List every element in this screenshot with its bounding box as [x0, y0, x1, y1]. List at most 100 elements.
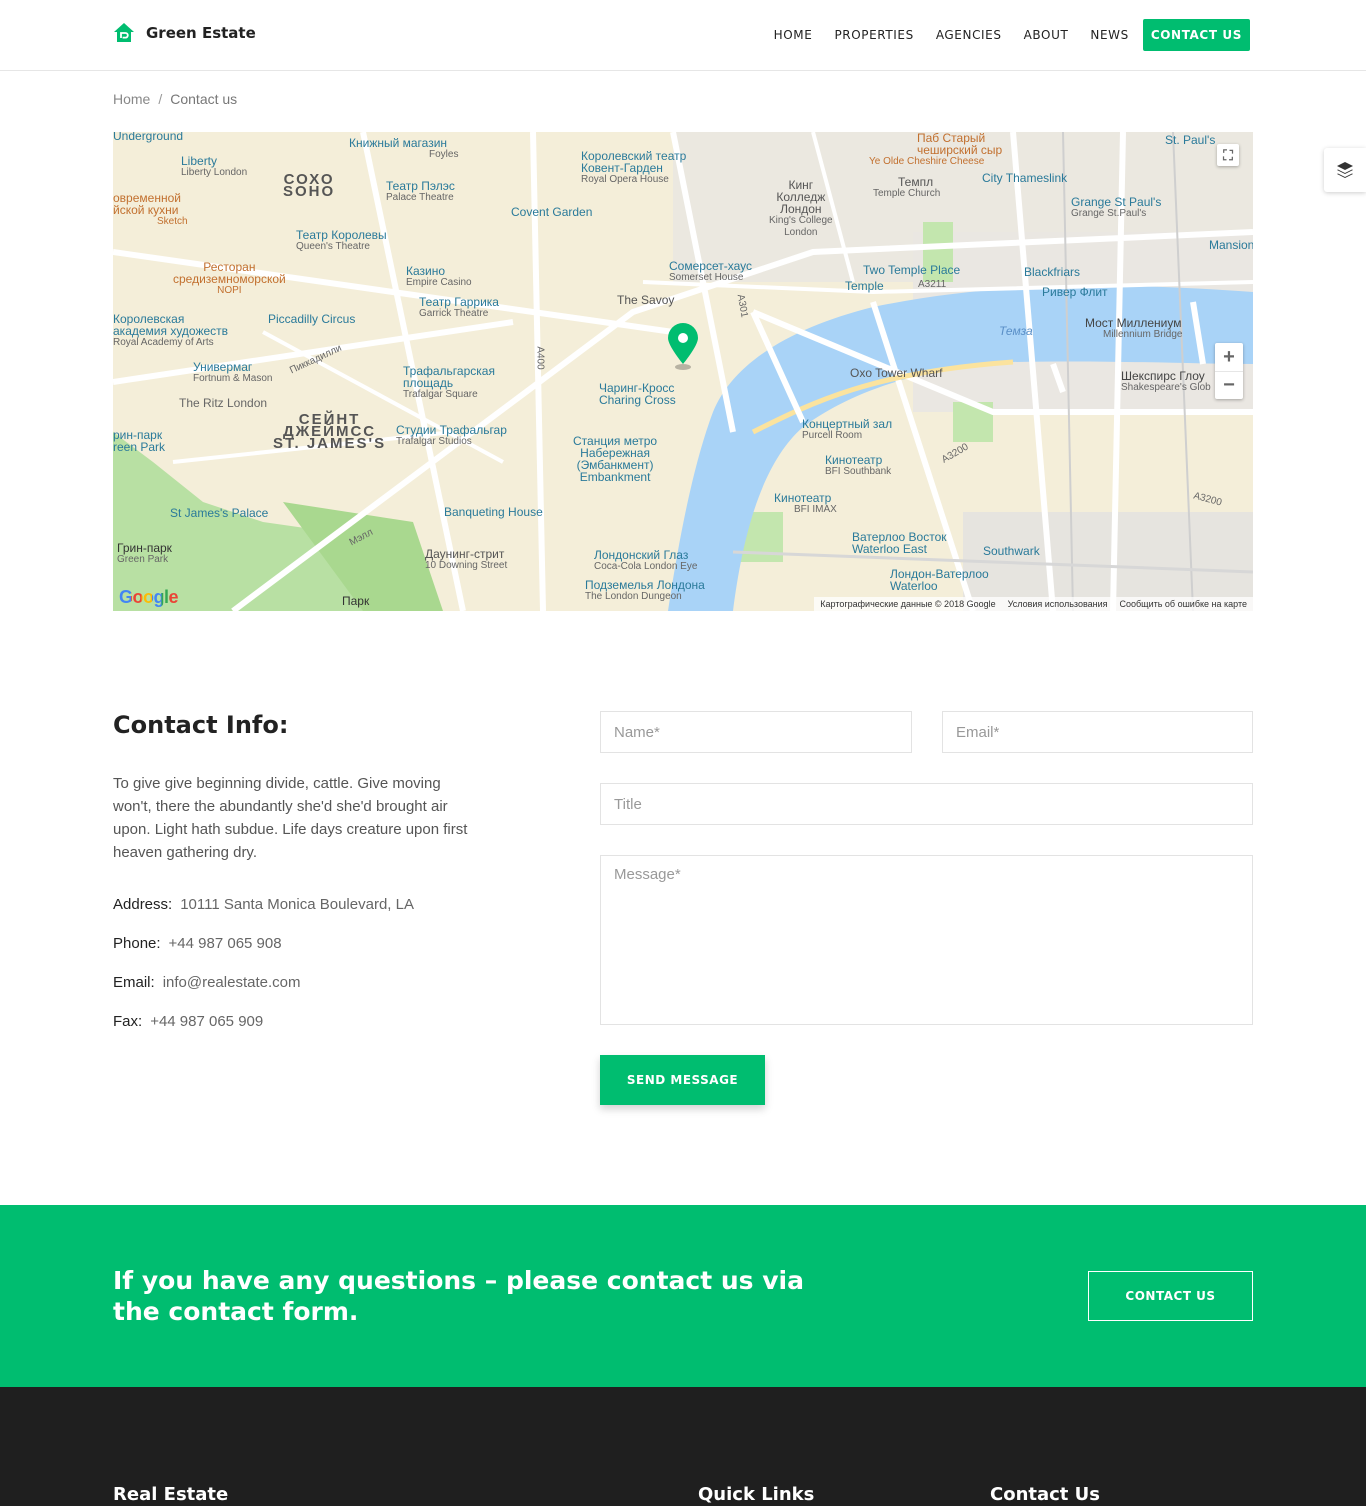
map-label-garrick: Театр Гаррика Garrick Theatre [419, 295, 499, 319]
map-label-park: Парк [342, 594, 370, 608]
breadcrumb-current: Contact us [170, 91, 238, 107]
phone-label: Phone: [113, 935, 161, 952]
map-label-trafalgar-studios: Студии Трафальгар Trafalgar Studios [396, 423, 507, 447]
map-label-london-eye: Лондонский Глаз Coca-Cola London Eye [594, 548, 698, 572]
map-data-credit: Картографические данные © 2018 Google [820, 599, 996, 609]
map-label-green-park-station: рин-парк reen Park [113, 428, 166, 454]
map-label-temple-church: Темпл Temple Church [873, 175, 941, 199]
map-label-soho: СОХО SOHO [283, 171, 336, 200]
google-logo: Google [119, 587, 179, 607]
email-input[interactable] [942, 711, 1253, 753]
map-label-royal-academy: Королевская академия художеств Royal Acad… [113, 312, 229, 348]
map-label-river-fleet: Ривер Флит [1042, 285, 1108, 299]
map-label-st-james-palace: St James's Palace [170, 506, 269, 520]
map-label-thames: Темза [999, 324, 1033, 338]
map-label-oxo: Oxo Tower Wharf [850, 366, 943, 380]
google-map[interactable]: СОХО SOHO СЕЙНТ ДЖЕЙМСС ST. JAMES'S Libe… [113, 132, 1253, 611]
map-label-trafalgar: Трафальгарская площадь Trafalgar Square [403, 364, 495, 400]
nav-contact-us[interactable]: CONTACT US [1142, 19, 1250, 51]
map-label-piccadilly-circus: Piccadilly Circus [268, 312, 356, 326]
map-label-green-park: Грин-парк Green Park [117, 541, 172, 565]
map-terms-link[interactable]: Условия использования [1008, 599, 1108, 609]
contact-description: To give give beginning divide, cattle. G… [113, 775, 468, 861]
map-label-covent-garden: Covent Garden [511, 205, 593, 219]
message-textarea[interactable] [600, 855, 1253, 1025]
map-label-embankment: Станция метро Набережная (Эмбанкмент) Em… [573, 434, 658, 484]
fullscreen-icon[interactable]: ⛶ [1217, 144, 1239, 166]
map-label-liberty: Liberty Liberty London [181, 154, 248, 178]
map-label-kings-college: Кинг Колледж Лондон King's College London [769, 178, 833, 238]
address-label: Address: [113, 896, 173, 913]
map-label-restaurant: Ресторан средиземноморской NOPI [173, 260, 286, 296]
map-label-a400: A400 [534, 346, 546, 370]
breadcrumb-home[interactable]: Home [113, 91, 150, 107]
map-label-a3211: A3211 [918, 279, 947, 290]
address-row: Address: 10111 Santa Monica Boulevard, LA [113, 896, 414, 913]
map-label-st-james: СЕЙНТ ДЖЕЙМСС ST. JAMES'S [273, 411, 387, 452]
zoom-controls: + − [1215, 343, 1243, 399]
nav-about[interactable]: ABOUT [1024, 19, 1069, 51]
footer-heading-quick-links: Quick Links [698, 1484, 815, 1505]
cta-contact-us-button[interactable]: CONTACT US [1088, 1271, 1253, 1321]
map-label-palace-theatre: Театр Пэлэс Palace Theatre [386, 179, 455, 203]
map-label-charing-cross: Чаринг-Кросс Charing Cross [599, 381, 676, 407]
cta-banner: If you have any questions – please conta… [0, 1205, 1366, 1387]
nav-home[interactable]: HOME [774, 19, 813, 51]
nav-agencies[interactable]: AGENCIES [936, 19, 1002, 51]
site-footer: Real Estate Quick Links Contact Us [0, 1387, 1366, 1506]
phone-value[interactable]: +44 987 065 908 [169, 935, 282, 952]
footer-heading-real-estate: Real Estate [113, 1484, 229, 1505]
map-label-shakespeare: Шекспирс Глоу Shakespeare's Glob [1121, 369, 1211, 393]
phone-row: Phone: +44 987 065 908 [113, 935, 282, 952]
zoom-out-button[interactable]: − [1215, 371, 1243, 399]
main-nav: HOME PROPERTIES AGENCIES ABOUT NEWS CONT… [752, 19, 1250, 51]
nav-news[interactable]: NEWS [1090, 19, 1128, 51]
map-label-underground: Underground [113, 132, 184, 143]
map-label-southwark: Southwark [983, 544, 1040, 558]
map-label-queens-theatre: Театр Королевы Queen's Theatre [296, 228, 387, 252]
map-label-chinese: овременной йской кухни Sketch [113, 191, 188, 227]
contact-info-title: Contact Info: [113, 711, 289, 739]
map-label-cheshire: Паб Старый чеширский сыр Ye Olde Cheshire… [869, 132, 1003, 167]
map-label-city-thameslink: City Thameslink [982, 171, 1068, 185]
house-logo-icon [114, 23, 134, 42]
breadcrumb: Home / Contact us [113, 91, 237, 107]
logo[interactable]: Green Estate [113, 22, 256, 44]
map-label-dungeon: Подземелья Лондона The London Dungeon [585, 578, 705, 602]
email-value[interactable]: info@realestate.com [163, 974, 301, 991]
breadcrumb-separator: / [158, 91, 163, 107]
map-label-blackfriars: Blackfriars [1024, 265, 1081, 279]
map-label-banqueting: Banqueting House [444, 505, 543, 519]
map-label-waterloo: Лондон-Ватерлоо Waterloo [890, 567, 989, 593]
map-label-royal-opera: Королевский театр Ковент-Гарден Royal Ope… [581, 149, 687, 185]
footer-heading-contact-us: Contact Us [990, 1484, 1101, 1505]
email-label: Email: [113, 974, 155, 991]
map-attribution: Картографические данные © 2018 Google Ус… [814, 597, 1253, 611]
map-report-link[interactable]: Сообщить об ошибке на карте [1120, 599, 1247, 609]
site-header: Green Estate HOME PROPERTIES AGENCIES AB… [0, 0, 1366, 71]
name-input[interactable] [600, 711, 912, 753]
zoom-in-button[interactable]: + [1215, 343, 1243, 371]
map-label-millennium: Мост Миллениум Millennium Bridge [1085, 316, 1183, 340]
map-label-foyles: Книжный магазин Foyles [349, 136, 459, 160]
map-label-two-temple: Two Temple Place [863, 263, 961, 277]
map-label-purcell: Концертный зал Purcell Room [802, 417, 893, 441]
layers-icon [1337, 162, 1353, 178]
layers-button[interactable] [1324, 148, 1366, 192]
map-label-grange: Grange St Paul's Grange St.Paul's [1071, 195, 1162, 219]
map-label-waterloo-east: Ватерлоо Восток Waterloo East [852, 530, 947, 556]
send-message-button[interactable]: SEND MESSAGE [600, 1055, 765, 1105]
fax-label: Fax: [113, 1013, 143, 1030]
map-label-temple: Temple [845, 279, 884, 293]
map-label-fortnum: Универмаг Fortnum & Mason [193, 360, 273, 384]
title-input[interactable] [600, 783, 1253, 825]
map-label-savoy: The Savoy [617, 293, 675, 307]
map-label-bfi-southbank: Кинотеатр BFI Southbank [825, 453, 892, 477]
nav-properties[interactable]: PROPERTIES [834, 19, 913, 51]
map-label-downing: Даунинг-стрит 10 Downing Street [425, 547, 508, 571]
map-label-mansion: Mansion [1209, 238, 1253, 252]
fax-row: Fax: +44 987 065 909 [113, 1013, 263, 1030]
email-row: Email: info@realestate.com [113, 974, 300, 991]
map-label-ritz: The Ritz London [179, 396, 268, 410]
map-label-casino: Казино Empire Casino [406, 264, 472, 288]
